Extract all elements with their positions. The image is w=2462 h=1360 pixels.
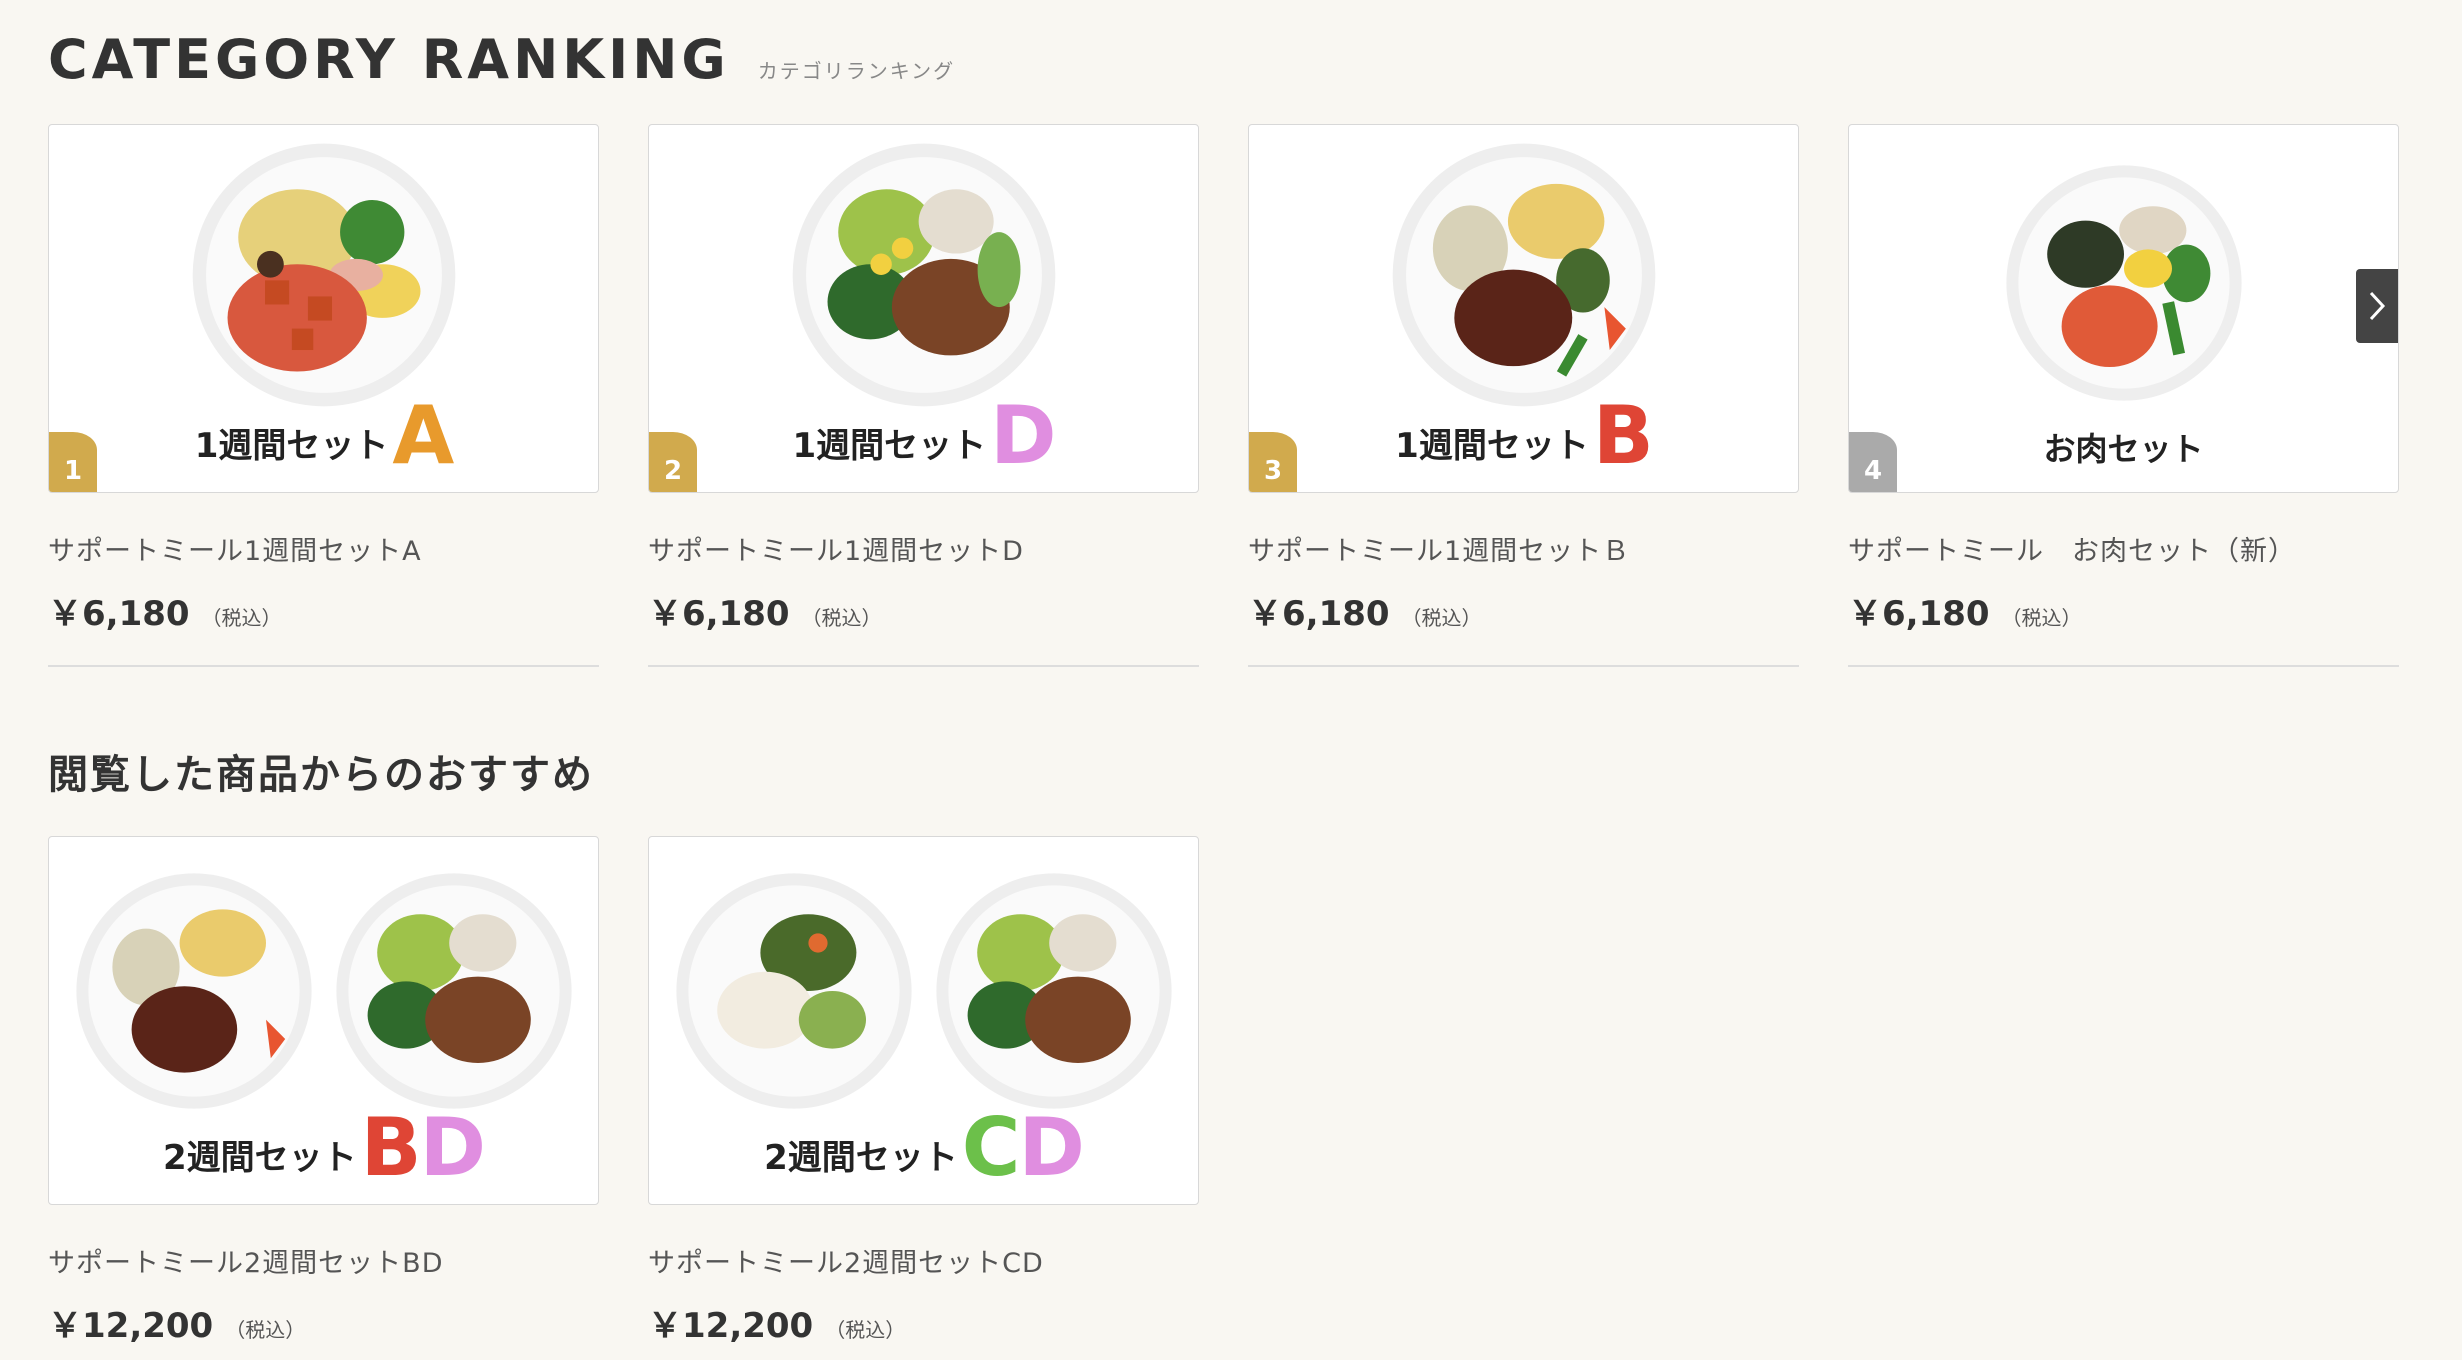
ranking-card-4[interactable]: お肉セット 4 サポートミール お肉セット（新） ￥6,180 （税込）: [1848, 124, 2399, 667]
tax-label: （税込）: [2001, 606, 2082, 630]
set-letter: D: [990, 389, 1056, 482]
product-image[interactable]: 2週間セットBD: [48, 836, 599, 1205]
set-caption: 1週間セットB: [1249, 389, 1798, 482]
food-plate-image: [792, 143, 1055, 407]
set-caption: 2週間セットBD: [49, 1101, 598, 1194]
set-letters-text: CD: [961, 1101, 1085, 1194]
plate-group: [49, 141, 598, 409]
food-plate-image: [1392, 143, 1655, 407]
tax-label: （税込）: [825, 1318, 906, 1342]
ranking-card-1[interactable]: 1週間セットA 1 サポートミール1週間セットA ￥6,180 （税込）: [48, 124, 599, 667]
set-letters: A: [392, 389, 454, 482]
price: ￥6,180: [1248, 594, 1390, 634]
ranking-card-2[interactable]: 1週間セットD 2 サポートミール1週間セットD ￥6,180 （税込）: [648, 124, 1199, 667]
divider: [1248, 665, 1799, 667]
rank-badge: 1: [49, 432, 97, 492]
set-letter: B: [1592, 389, 1654, 482]
set-caption: 1週間セットD: [649, 389, 1198, 482]
product-name[interactable]: サポートミール2週間セットCD: [648, 1241, 1199, 1280]
caption-text: 1週間セット: [792, 426, 987, 466]
food-plate-image: [192, 143, 455, 407]
ranking-card-3[interactable]: 1週間セットB 3 サポートミール1週間セットＢ ￥6,180 （税込）: [1248, 124, 1799, 667]
price-row: ￥6,180 （税込）: [1248, 586, 1799, 635]
section-title: CATEGORY RANKING: [48, 28, 730, 91]
product-image[interactable]: 1週間セットB 3: [1248, 124, 1799, 493]
divider: [648, 665, 1199, 667]
caption-text: お肉セット: [2043, 430, 2204, 468]
product-image[interactable]: 1週間セットA 1: [48, 124, 599, 493]
rank-badge: 2: [649, 432, 697, 492]
food-plate-image: [75, 873, 312, 1109]
recommend-title: 閲覧した商品からのおすすめ: [48, 752, 594, 798]
price-row: ￥12,200 （税込）: [648, 1298, 1199, 1347]
price: ￥6,180: [648, 594, 790, 634]
set-letter: D: [1018, 1101, 1084, 1194]
set-caption: お肉セット: [1849, 424, 2398, 470]
price-row: ￥6,180 （税込）: [648, 586, 1199, 635]
set-caption: 1週間セットA: [49, 389, 598, 482]
rank-badge: 3: [1249, 432, 1297, 492]
set-letter: D: [419, 1101, 486, 1194]
rank-badge: 4: [1849, 432, 1897, 492]
food-plate-image: [675, 873, 912, 1109]
product-image[interactable]: 2週間セットCD: [648, 836, 1199, 1205]
product-image[interactable]: お肉セット 4: [1848, 124, 2399, 493]
set-letters: CD: [961, 1101, 1085, 1194]
product-name[interactable]: サポートミール1週間セットA: [48, 529, 599, 568]
tax-label: （税込）: [225, 1318, 306, 1342]
chevron-right-icon: [2369, 291, 2386, 321]
price-row: ￥12,200 （税込）: [48, 1298, 599, 1347]
food-plate-image: [935, 873, 1172, 1109]
tax-label: （税込）: [1401, 606, 1482, 630]
divider: [1848, 665, 2399, 667]
divider: [48, 665, 599, 667]
plate-group: [649, 871, 1198, 1111]
caption-text: 2週間セット: [162, 1138, 357, 1178]
set-letter: B: [360, 1101, 422, 1194]
plate-group: [1849, 163, 2398, 403]
product-name[interactable]: サポートミール1週間セットD: [648, 529, 1199, 568]
price: ￥6,180: [48, 594, 190, 634]
food-plate-image: [2005, 165, 2242, 401]
tax-label: （税込）: [201, 606, 282, 630]
set-letters: B: [1592, 389, 1654, 482]
ranking-header: CATEGORY RANKING カテゴリランキング: [48, 28, 955, 91]
recommend-card-1[interactable]: 2週間セットBD サポートミール2週間セットBD ￥12,200 （税込）: [48, 836, 599, 1347]
price: ￥6,180: [1848, 594, 1990, 634]
set-caption: 2週間セットCD: [649, 1101, 1198, 1194]
caption-text: 2週間セット: [764, 1138, 958, 1178]
plate-group: [649, 141, 1198, 409]
set-letter: A: [392, 389, 454, 482]
set-letters-text: BD: [360, 1101, 486, 1194]
caption-text: 1週間セット: [194, 426, 389, 466]
product-name[interactable]: サポートミール お肉セット（新）: [1848, 529, 2399, 568]
tax-label: （税込）: [801, 606, 882, 630]
product-name[interactable]: サポートミール2週間セットBD: [48, 1241, 599, 1280]
price-row: ￥6,180 （税込）: [48, 586, 599, 635]
price-row: ￥6,180 （税込）: [1848, 586, 2399, 635]
section-subtitle: カテゴリランキング: [757, 59, 956, 83]
product-name[interactable]: サポートミール1週間セットＢ: [1248, 529, 1799, 568]
recommend-card-2[interactable]: 2週間セットCD サポートミール2週間セットCD ￥12,200 （税込）: [648, 836, 1199, 1347]
carousel-next-button[interactable]: [2356, 269, 2398, 343]
set-letters: D: [990, 389, 1056, 482]
food-plate-image: [335, 873, 572, 1109]
set-letters: BD: [360, 1101, 486, 1194]
set-letter: C: [961, 1101, 1021, 1194]
plate-group: [49, 871, 598, 1111]
caption-text: 1週間セット: [1395, 426, 1589, 466]
plate-group: [1249, 141, 1798, 409]
price: ￥12,200: [648, 1306, 814, 1346]
price: ￥12,200: [48, 1306, 214, 1346]
product-image[interactable]: 1週間セットD 2: [648, 124, 1199, 493]
